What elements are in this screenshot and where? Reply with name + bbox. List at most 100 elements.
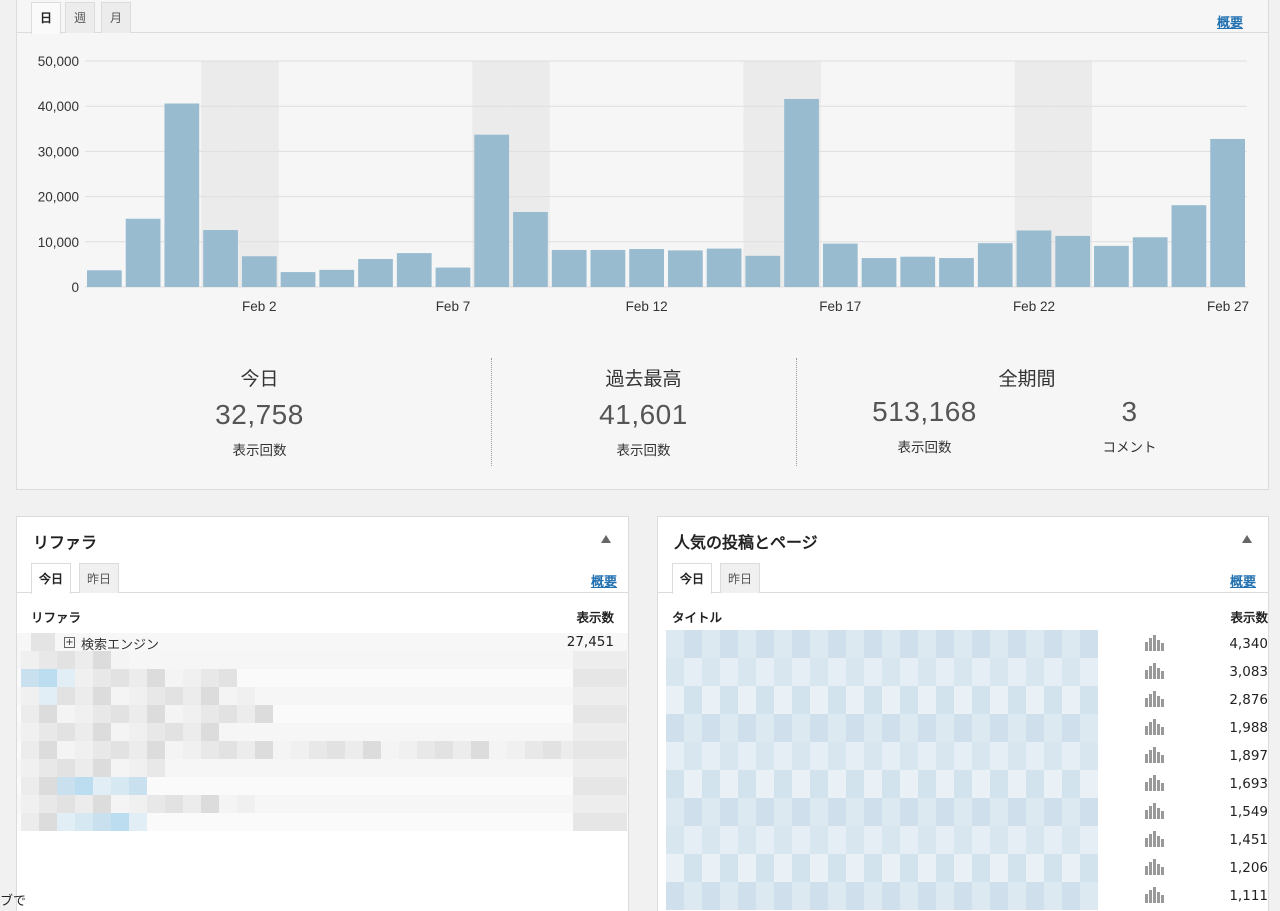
bar bbox=[668, 250, 703, 287]
redacted-pixel bbox=[990, 658, 1008, 686]
redacted-pixel bbox=[918, 798, 936, 826]
tab-week[interactable]: 週 bbox=[65, 2, 95, 33]
redacted-pixel bbox=[774, 826, 792, 854]
post-row[interactable]: 1,451 bbox=[658, 826, 1268, 854]
referrer-row[interactable] bbox=[17, 777, 628, 795]
referrer-row[interactable] bbox=[17, 813, 628, 831]
referrer-views: 27,451 bbox=[566, 634, 614, 650]
referrer-row[interactable] bbox=[17, 741, 628, 759]
redacted-pixel bbox=[1080, 742, 1098, 770]
redacted-pixel bbox=[738, 826, 756, 854]
redacted-pixel bbox=[738, 714, 756, 742]
redacted-pixel bbox=[738, 854, 756, 882]
y-tick-label: 0 bbox=[71, 280, 79, 295]
redacted-pixel bbox=[93, 759, 111, 777]
redacted-pixel bbox=[846, 854, 864, 882]
redacted-pixel bbox=[111, 795, 129, 813]
referrer-row[interactable] bbox=[17, 759, 628, 777]
redacted-pixel bbox=[864, 714, 882, 742]
post-row[interactable]: 1,693 bbox=[658, 770, 1268, 798]
mini-chart-icon[interactable] bbox=[1144, 662, 1166, 680]
redacted-pixel bbox=[684, 714, 702, 742]
mini-chart-icon[interactable] bbox=[1144, 830, 1166, 848]
post-row[interactable]: 1,111 bbox=[658, 882, 1268, 910]
bar bbox=[629, 249, 664, 287]
redacted-pixel bbox=[1026, 826, 1044, 854]
top-posts-collapse-toggle-icon[interactable] bbox=[1242, 535, 1252, 543]
redacted-pixel bbox=[75, 741, 93, 759]
referrer-row[interactable] bbox=[17, 669, 628, 687]
bar bbox=[861, 258, 897, 287]
referrer-row[interactable] bbox=[17, 723, 628, 741]
top-posts-title: 人気の投稿とページ bbox=[674, 533, 818, 552]
top-posts-col-views: 表示数 bbox=[1230, 610, 1268, 625]
post-row[interactable]: 1,549 bbox=[658, 798, 1268, 826]
summary-best-title: 過去最高 bbox=[605, 368, 682, 390]
mini-chart-icon[interactable] bbox=[1144, 802, 1166, 820]
redacted-pixel bbox=[1026, 798, 1044, 826]
mini-chart-icon[interactable] bbox=[1144, 774, 1166, 792]
post-row[interactable]: 3,083 bbox=[658, 658, 1268, 686]
referrer-row[interactable] bbox=[17, 687, 628, 705]
tab-day[interactable]: 日 bbox=[31, 2, 61, 34]
referrers-tab-yesterday[interactable]: 昨日 bbox=[79, 563, 119, 593]
referrer-row[interactable] bbox=[17, 651, 628, 669]
mini-chart-icon[interactable] bbox=[1144, 886, 1166, 904]
redacted-pixel bbox=[1062, 658, 1080, 686]
mini-chart-icon[interactable] bbox=[1144, 858, 1166, 876]
redacted-pixel bbox=[39, 759, 57, 777]
referrers-summary-link[interactable]: 概要 bbox=[591, 571, 617, 590]
redacted-pixel bbox=[1044, 854, 1062, 882]
bar bbox=[280, 272, 316, 287]
redacted-pixel bbox=[1008, 630, 1026, 658]
mini-chart-icon[interactable] bbox=[1144, 746, 1166, 764]
tab-month[interactable]: 月 bbox=[101, 2, 131, 33]
redacted-pixel bbox=[774, 882, 792, 910]
redacted-pixel bbox=[1080, 770, 1098, 798]
all-time-views-value: 513,168 bbox=[872, 396, 977, 427]
y-tick-label: 50,000 bbox=[38, 54, 79, 69]
redacted-pixel bbox=[846, 714, 864, 742]
redacted-pixel bbox=[147, 741, 165, 759]
post-row[interactable]: 1,206 bbox=[658, 854, 1268, 882]
redacted-pixel bbox=[702, 854, 720, 882]
redacted-pixel bbox=[720, 882, 738, 910]
top-posts-tab-today[interactable]: 今日 bbox=[672, 563, 712, 594]
top-posts-summary-link[interactable]: 概要 bbox=[1230, 571, 1256, 590]
redacted-pixel bbox=[363, 741, 381, 759]
redacted-pixel bbox=[129, 795, 147, 813]
redacted-pixel bbox=[900, 826, 918, 854]
redacted-pixel bbox=[1008, 770, 1026, 798]
redacted-pixel bbox=[954, 798, 972, 826]
y-tick-label: 10,000 bbox=[38, 235, 79, 250]
mini-chart-icon[interactable] bbox=[1144, 690, 1166, 708]
redacted-pixel bbox=[810, 882, 828, 910]
referrer-row[interactable]: + 検索エンジン 27,451 bbox=[17, 633, 628, 653]
redacted-pixel bbox=[1044, 714, 1062, 742]
mini-chart-icon[interactable] bbox=[1144, 634, 1166, 652]
bar bbox=[396, 253, 432, 287]
summary-link[interactable]: 概要 bbox=[1217, 12, 1243, 31]
summary-best-unit: 表示回数 bbox=[616, 443, 671, 459]
referrers-tab-today[interactable]: 今日 bbox=[31, 563, 71, 594]
referrer-row[interactable] bbox=[17, 705, 628, 723]
redacted-pixel bbox=[918, 714, 936, 742]
redacted-pixel bbox=[93, 705, 111, 723]
post-row[interactable]: 1,988 bbox=[658, 714, 1268, 742]
post-row[interactable]: 1,897 bbox=[658, 742, 1268, 770]
mini-chart-icon[interactable] bbox=[1144, 718, 1166, 736]
redacted-pixel bbox=[954, 742, 972, 770]
top-posts-tab-yesterday[interactable]: 昨日 bbox=[720, 563, 760, 593]
redacted-pixel bbox=[936, 658, 954, 686]
expand-plus-icon[interactable]: + bbox=[64, 637, 75, 648]
redacted-pixel bbox=[972, 826, 990, 854]
referrers-collapse-toggle-icon[interactable] bbox=[601, 535, 611, 543]
redacted-pixel bbox=[666, 630, 684, 658]
bar bbox=[822, 243, 858, 287]
post-row[interactable]: 2,876 bbox=[658, 686, 1268, 714]
redacted-pixel bbox=[1044, 630, 1062, 658]
post-row[interactable]: 4,340 bbox=[658, 630, 1268, 658]
redacted-pixel bbox=[900, 630, 918, 658]
stats-panel: 日 週 月 概要 50,000 40,000 30,000 20,000 10,000 0… bbox=[16, 0, 1269, 490]
referrer-row[interactable] bbox=[17, 795, 628, 813]
